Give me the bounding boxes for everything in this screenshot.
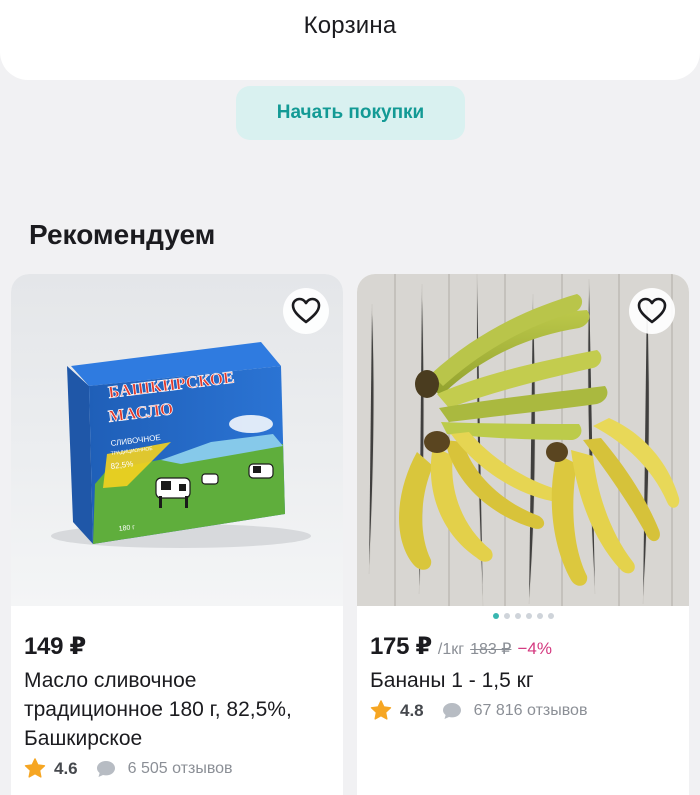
price: 149 ₽ (24, 633, 86, 660)
rating-row: 4.6 6 505 отзывов (24, 758, 233, 779)
discount-badge: −4% (517, 639, 552, 658)
price-row: 149 ₽ (24, 632, 86, 661)
favorite-button-butter[interactable] (283, 288, 329, 334)
section-title-recommended: Рекомендуем (29, 219, 216, 250)
product-card-butter[interactable]: БАШКИРСКОЕ МАСЛО СЛИВОЧНОЕ ТРАДИЦИОННОЕ … (11, 274, 343, 795)
pagination-dot[interactable] (492, 613, 499, 619)
price-unit: /1кг (437, 641, 465, 658)
favorite-button-bananas[interactable] (629, 288, 675, 334)
rating-value: 4.8 (400, 700, 424, 720)
pagination-dot[interactable] (514, 613, 521, 619)
comment-icon (96, 760, 115, 777)
star-icon (24, 758, 46, 778)
pagination-dot[interactable] (503, 613, 510, 619)
product-name[interactable]: Бананы 1 - 1,5 кг (370, 666, 670, 695)
product-name[interactable]: Масло сливочное традиционное 180 г, 82,5… (24, 666, 324, 753)
heart-outline-icon (637, 297, 667, 324)
image-pagination[interactable] (357, 613, 689, 619)
comment-icon (442, 702, 461, 719)
pagination-dot[interactable] (536, 613, 543, 619)
cart-header: Корзина (0, 0, 700, 80)
pagination-dot[interactable] (525, 613, 532, 619)
old-price: 183 ₽ (470, 641, 512, 658)
rating-row: 4.8 67 816 отзывов (370, 700, 587, 721)
rating-value: 4.6 (54, 758, 78, 778)
start-shopping-button[interactable]: Начать покупки (236, 86, 465, 140)
product-card-bananas[interactable]: 175 ₽ /1кг 183 ₽ −4% Бананы 1 - 1,5 кг 4… (357, 274, 689, 795)
heart-outline-icon (291, 297, 321, 324)
reviews-count[interactable]: 67 816 отзывов (474, 702, 588, 720)
pagination-dot[interactable] (547, 613, 554, 619)
reviews-count[interactable]: 6 505 отзывов (128, 760, 233, 778)
page-title: Корзина (303, 12, 397, 39)
price: 175 ₽ (370, 633, 432, 660)
star-icon (370, 700, 392, 720)
price-row: 175 ₽ /1кг 183 ₽ −4% (370, 632, 552, 661)
